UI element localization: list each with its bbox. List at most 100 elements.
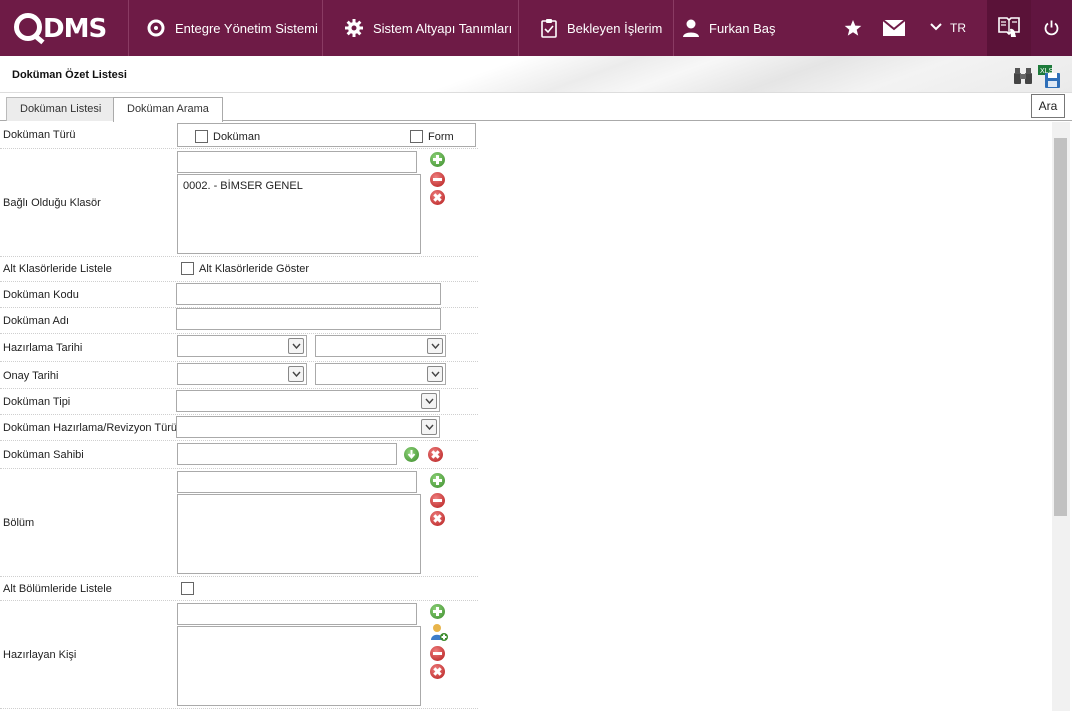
logout-button[interactable] (1031, 0, 1072, 56)
search-tooltip: Ara (1031, 94, 1065, 118)
nav-label: Sistem Altyapı Tanımları (373, 20, 513, 36)
row-doc-owner: Doküman Sahibi (0, 441, 478, 469)
messages-envelope-icon[interactable] (880, 0, 908, 56)
page-header: Doküman Özet Listesi XLS (0, 56, 1072, 93)
remove-icon[interactable] (430, 172, 445, 187)
clear-icon[interactable] (428, 447, 443, 462)
field-label: Onay Tarihi (3, 370, 59, 382)
row-preparer: Hazırlayan Kişi (0, 601, 478, 709)
user-name: Furkan Baş (709, 20, 776, 36)
nav-pending-tasks[interactable]: Bekleyen İşlerim (540, 0, 662, 56)
row-revision-type: Doküman Hazırlama/Revizyon Türü (0, 415, 478, 441)
field-label: Alt Bölümleride Listele (3, 583, 112, 595)
language-selector[interactable]: TR (924, 0, 972, 56)
list-subdepartments-checkbox[interactable] (181, 582, 194, 595)
clear-icon[interactable] (430, 664, 445, 679)
checkbox-label: Alt Klasörleride Göster (199, 263, 310, 275)
field-label: Doküman Türü (3, 129, 76, 141)
clear-icon[interactable] (430, 511, 445, 526)
checkbox-label: Doküman (213, 131, 261, 143)
tab-document-list[interactable]: Doküman Listesi (6, 97, 116, 121)
checkbox-label: Form (428, 131, 454, 143)
chevron-down-icon (427, 366, 443, 382)
binoculars-icon[interactable] (1012, 65, 1034, 87)
language-code: TR (950, 21, 966, 35)
top-navigation-bar: DMS Entegre Yönetim Sistemi Sistem Altya… (0, 0, 1072, 56)
select-down-arrow-icon[interactable] (404, 447, 419, 462)
revision-type-select[interactable] (176, 416, 440, 438)
tab-document-search[interactable]: Doküman Arama (113, 97, 223, 122)
clear-icon[interactable] (430, 190, 445, 205)
nav-user-menu[interactable]: Furkan Baş (682, 0, 775, 56)
chevron-down-icon (930, 22, 942, 34)
page-title: Doküman Özet Listesi (12, 69, 127, 81)
clipboard-icon (540, 18, 558, 38)
field-label: Doküman Hazırlama/Revizyon Türü (3, 422, 178, 434)
favorites-star-icon[interactable] (840, 0, 866, 56)
nav-system-definitions[interactable]: Sistem Altyapı Tanımları (344, 0, 512, 56)
row-doc-name: Doküman Adı (0, 308, 478, 334)
field-label: Doküman Sahibi (3, 449, 84, 461)
nav-label: Entegre Yönetim Sistemi (175, 20, 318, 36)
remove-icon[interactable] (430, 493, 445, 508)
doc-type-document-checkbox[interactable] (195, 130, 208, 143)
department-listbox[interactable] (177, 494, 421, 574)
row-doc-code: Doküman Kodu (0, 282, 478, 308)
doc-name-input[interactable] (176, 308, 441, 330)
row-doc-kind: Doküman Tipi (0, 389, 478, 415)
document-reader-button[interactable] (987, 0, 1031, 56)
folder-listbox[interactable]: 0002. - BİMSER GENEL (177, 174, 421, 254)
user-icon (682, 18, 700, 38)
chevron-down-icon (421, 393, 437, 409)
gear-icon (344, 18, 364, 38)
preparer-listbox[interactable] (177, 626, 421, 706)
row-prep-date: Hazırlama Tarihi (0, 334, 478, 362)
chevron-down-icon (288, 338, 304, 354)
row-folder: Bağlı Olduğu Klasör 0002. - BİMSER GENEL (0, 149, 478, 257)
row-department: Bölüm (0, 469, 478, 577)
approval-date-end-select[interactable] (315, 363, 446, 385)
field-label: Alt Klasörleride Listele (3, 263, 112, 275)
prep-date-start-select[interactable] (177, 335, 307, 357)
show-subfolders-checkbox[interactable] (181, 262, 194, 275)
add-icon[interactable] (430, 152, 445, 167)
q-logo-mark-icon (14, 13, 42, 41)
field-label: Doküman Adı (3, 315, 70, 327)
prep-date-end-select[interactable] (315, 335, 446, 357)
department-search-input[interactable] (177, 471, 417, 493)
doc-type-group: Doküman Form (177, 123, 476, 147)
field-label: Doküman Tipi (3, 396, 71, 408)
remove-icon[interactable] (430, 646, 445, 661)
nav-label: Bekleyen İşlerim (567, 20, 663, 36)
tab-bar: Doküman Listesi Doküman Arama (0, 93, 1072, 122)
logo[interactable]: DMS (0, 0, 128, 56)
field-label: Hazırlayan Kişi (3, 649, 77, 661)
q-logo-icon (146, 18, 166, 38)
field-label: Bağlı Olduğu Klasör (3, 197, 101, 209)
doc-type-form-checkbox[interactable] (410, 130, 423, 143)
row-doc-type: Doküman Türü Doküman Form (0, 122, 478, 149)
row-list-subfolders: Alt Klasörleride Listele Alt Klasörlerid… (0, 257, 478, 282)
add-icon[interactable] (430, 473, 445, 488)
folder-search-input[interactable] (177, 151, 417, 173)
approval-date-start-select[interactable] (177, 363, 307, 385)
preparer-search-input[interactable] (177, 603, 417, 625)
add-user-icon[interactable] (430, 623, 448, 641)
doc-owner-input[interactable] (177, 443, 397, 465)
row-approval-date: Onay Tarihi (0, 362, 478, 389)
nav-integrated-management[interactable]: Entegre Yönetim Sistemi (146, 0, 318, 56)
chevron-down-icon (288, 366, 304, 382)
add-icon[interactable] (430, 604, 445, 619)
field-label: Doküman Kodu (3, 289, 79, 301)
book-reader-icon (997, 15, 1021, 42)
doc-code-input[interactable] (176, 283, 441, 305)
power-icon (1044, 20, 1059, 39)
chevron-down-icon (421, 419, 437, 435)
row-list-subdepartments: Alt Bölümleride Listele (0, 577, 478, 601)
excel-export-icon[interactable]: XLS (1038, 65, 1060, 88)
chevron-down-icon (427, 338, 443, 354)
doc-kind-select[interactable] (176, 390, 440, 412)
list-item[interactable]: 0002. - BİMSER GENEL (183, 180, 415, 192)
scrollbar-thumb[interactable] (1054, 138, 1067, 516)
field-label: Bölüm (3, 517, 35, 529)
